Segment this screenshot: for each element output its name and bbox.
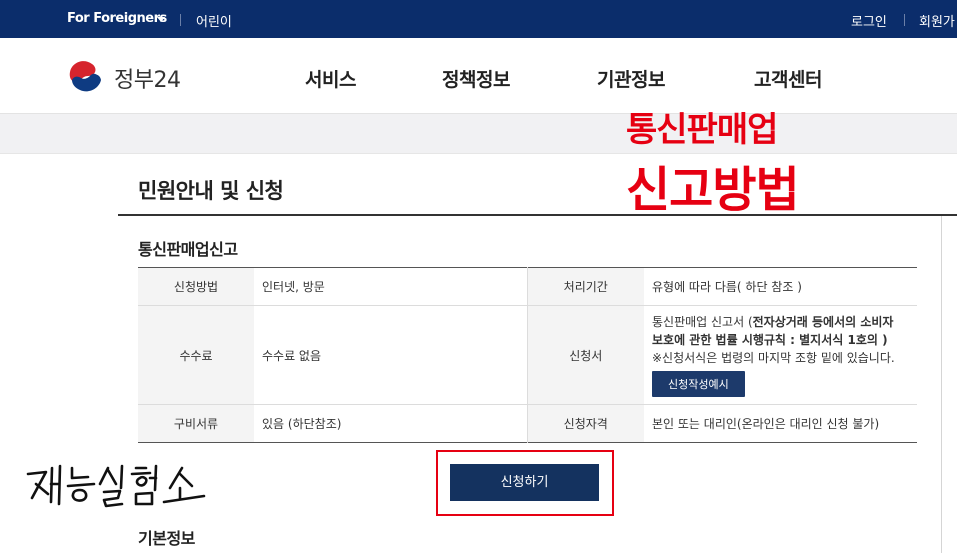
table-row: 구비서류 있음 (하단참조) 신청자격 본인 또는 대리인(온라인은 대리인 신… bbox=[138, 404, 917, 443]
apply-button[interactable]: 신청하기 bbox=[450, 464, 599, 501]
civil-service-info-table: 신청방법 인터넷, 방문 처리기간 유형에 따라 다름( 하단 참조 ) 수수료… bbox=[138, 267, 917, 443]
form-name: 통신판매업 신고서 ( bbox=[652, 315, 753, 329]
nav-item-support[interactable]: 고객센터 bbox=[754, 65, 822, 92]
for-foreigners-menu[interactable]: For Foreigners bbox=[67, 11, 167, 26]
nav-item-policy[interactable]: 정책정보 bbox=[442, 65, 510, 92]
site-logo-text[interactable]: 정부24 bbox=[114, 62, 181, 94]
eligibility-label: 신청자격 bbox=[526, 404, 644, 443]
eligibility-value: 본인 또는 대리인(온라인은 대리인 신청 불가) bbox=[652, 417, 880, 431]
form-cell: 통신판매업 신고서 (전자상거래 등에서의 소비자 보호에 관한 법률 시행규칙… bbox=[644, 305, 917, 405]
kids-link[interactable]: 어린이 bbox=[196, 11, 232, 30]
breadcrumb-band bbox=[0, 114, 957, 154]
form-law-ref-1: 전자상거래 등에서의 소비자 bbox=[752, 315, 894, 329]
basic-info-title: 기본정보 bbox=[138, 529, 195, 548]
section-title: 통신판매업신고 bbox=[138, 240, 238, 259]
form-label: 신청서 bbox=[526, 305, 644, 405]
page-title: 민원안내 및 신청 bbox=[138, 179, 284, 203]
join-link[interactable]: 회원가 bbox=[919, 11, 955, 30]
fee-value: 수수료 없음 bbox=[254, 305, 527, 405]
docs-value: 있음 (하단참조) bbox=[262, 417, 342, 431]
method-label: 신청방법 bbox=[138, 267, 254, 306]
docs-label: 구비서류 bbox=[138, 404, 254, 443]
fee-label: 수수료 bbox=[138, 305, 254, 405]
table-row: 수수료 수수료 없음 신청서 통신판매업 신고서 (전자상거래 등에서의 소비자… bbox=[138, 305, 917, 405]
method-value: 인터넷, 방문 bbox=[254, 267, 527, 306]
caret-down-icon[interactable] bbox=[157, 17, 165, 22]
overlay-title-line1: 통신판매업 bbox=[626, 110, 778, 150]
form-example-button[interactable]: 신청작성예시 bbox=[652, 371, 745, 397]
form-description: 통신판매업 신고서 (전자상거래 등에서의 소비자 보호에 관한 법률 시행규칙… bbox=[652, 313, 917, 349]
top-utility-bar: For Foreigners 어린이 로그인 회원가 bbox=[0, 0, 957, 38]
government-emblem-icon[interactable] bbox=[66, 56, 106, 96]
form-law-ref-2: 보호에 관한 법률 시행규칙 : 별지서식 1호의 ) bbox=[652, 333, 888, 347]
site-header: 정부24 서비스 정책정보 기관정보 고객센터 bbox=[0, 38, 957, 114]
nav-item-services[interactable]: 서비스 bbox=[305, 65, 356, 92]
divider bbox=[904, 14, 905, 26]
nav-item-agency[interactable]: 기관정보 bbox=[597, 65, 665, 92]
content-right-border bbox=[941, 215, 942, 553]
divider bbox=[180, 14, 181, 26]
title-underline bbox=[118, 214, 957, 216]
form-note: ※신청서식은 법령의 마지막 조항 밑에 있습니다. bbox=[652, 351, 895, 365]
period-label: 처리기간 bbox=[526, 267, 644, 306]
login-link[interactable]: 로그인 bbox=[851, 11, 887, 30]
period-value: 유형에 따라 다름( 하단 참조 ) bbox=[644, 267, 917, 306]
table-row: 신청방법 인터넷, 방문 처리기간 유형에 따라 다름( 하단 참조 ) bbox=[138, 267, 917, 306]
handwritten-signature bbox=[26, 464, 206, 508]
overlay-title-line2: 신고방법 bbox=[626, 162, 800, 218]
